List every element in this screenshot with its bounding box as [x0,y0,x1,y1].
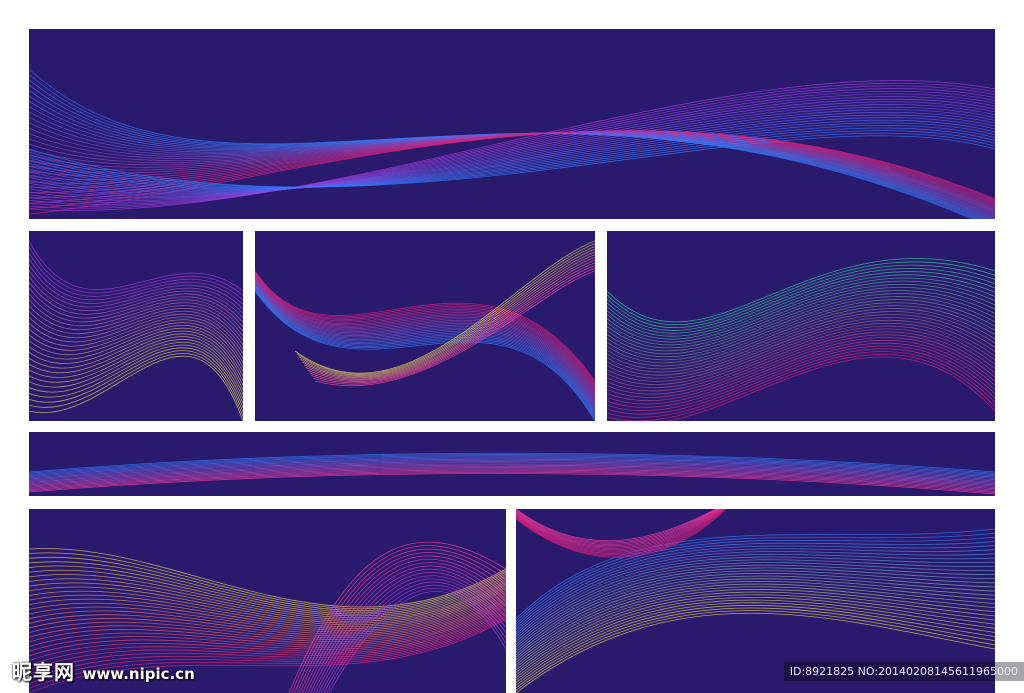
wave-group-5 [29,452,995,495]
wave-art-1 [29,68,995,219]
wave-line [291,545,506,693]
wave-line [516,556,995,640]
watermark-id: ID:8921825 NO:20140208145611965000 [783,662,1024,681]
wave-line [516,551,995,635]
wave-line [29,569,506,617]
wave-line [293,548,506,693]
wave-art-2 [29,240,243,421]
watermark-url: www.nipic.cn [82,665,195,683]
wave-line [607,261,995,326]
wave-line [29,252,243,301]
wave-line [29,341,243,399]
wave-line [516,612,995,693]
wave-strip [29,432,995,496]
watermark-logo: 昵享网 www.nipic.cn [12,656,195,685]
watermark-brand: 昵享网 [12,660,75,684]
wave-line [255,284,595,409]
wave-art-4 [607,258,995,421]
wave-line [255,279,595,399]
wave-line [255,285,595,411]
wave-art-3 [255,240,595,421]
wave-line [29,330,243,381]
wave-line [312,572,506,693]
wave-art-5 [29,452,995,495]
wave-line [607,264,995,328]
wave-line [29,98,995,199]
wave-group-2 [29,240,243,421]
wave-line [29,104,995,196]
wave-group-4 [607,258,995,421]
wave-group-1 [29,68,995,219]
wave-panel-middle [255,231,595,421]
wave-panel-small-left [29,231,243,421]
wave-panel-right [607,231,995,421]
wave-line [29,324,243,372]
wave-line [29,473,995,495]
wave-banner-top [29,29,995,219]
wave-line [607,356,995,421]
wave-group-3 [255,240,595,421]
